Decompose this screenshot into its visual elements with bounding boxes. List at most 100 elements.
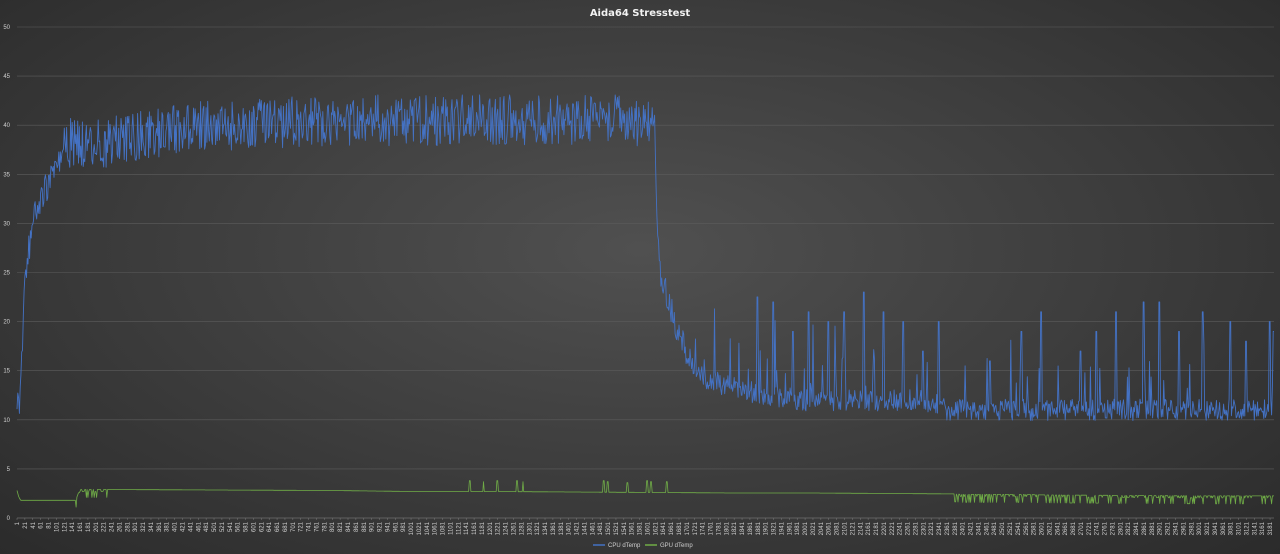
- x-tick-label: 801: [330, 521, 336, 532]
- x-tick-label: 521: [220, 521, 226, 532]
- x-tick-label: 1901: [764, 521, 770, 535]
- x-tick-label: 2601: [1040, 521, 1046, 535]
- x-tick-label: 581: [244, 521, 250, 532]
- legend-label: CPU dTemp: [608, 543, 641, 549]
- x-tick-label: 441: [188, 521, 194, 532]
- x-tick-label: 2481: [992, 521, 998, 535]
- x-tick-label: 2541: [1016, 521, 1022, 535]
- x-tick-label: 2841: [1134, 521, 1140, 535]
- x-tick-label: 2081: [835, 521, 841, 535]
- x-tick-label: 701: [291, 521, 297, 532]
- x-tick-label: 2521: [1008, 521, 1014, 535]
- x-tick-label: 2161: [866, 521, 872, 535]
- chart: Aida64 Stresstest 0 5 10 15 20 25 30 35 40 45 50 1…: [0, 0, 1280, 554]
- x-tick-label: 1441: [582, 521, 588, 535]
- x-tick-label: 2201: [882, 521, 888, 535]
- chart-svg: Aida64 Stresstest 0 5 10 15 20 25 30 35 40 45 50 1…: [3, 8, 1274, 549]
- x-tick-label: 501: [212, 521, 218, 532]
- x-tick-label: 1121: [456, 521, 462, 535]
- x-tick-label: 1: [15, 521, 21, 525]
- x-tick-label: 3081: [1229, 521, 1235, 535]
- x-tick-label: 2981: [1189, 521, 1195, 535]
- x-tick-label: 601: [251, 521, 257, 532]
- x-tick-label: 2361: [945, 521, 951, 535]
- x-tick-label: 3041: [1213, 521, 1219, 535]
- x-tick-label: 1001: [409, 521, 415, 535]
- x-axis-ticks: 1 21 41 61 81 101 121 141 161 181 201 221 241 261 281 3…: [15, 518, 1274, 535]
- x-tick-label: 1721: [693, 521, 699, 535]
- x-tick-label: 841: [346, 521, 352, 532]
- x-tick-label: 101: [54, 521, 60, 532]
- x-tick-label: 161: [78, 521, 84, 532]
- x-tick-label: 401: [173, 521, 179, 532]
- x-tick-label: 2121: [850, 521, 856, 535]
- x-tick-label: 3161: [1260, 521, 1266, 535]
- x-tick-label: 1321: [535, 521, 541, 535]
- x-tick-label: 421: [180, 521, 186, 532]
- y-tick-label: 5: [7, 467, 11, 473]
- x-tick-label: 241: [110, 521, 116, 532]
- x-tick-label: 81: [47, 521, 53, 528]
- x-tick-label: 1921: [772, 521, 778, 535]
- x-tick-label: 2861: [1142, 521, 1148, 535]
- y-tick-label: 15: [3, 369, 10, 375]
- x-tick-label: 921: [378, 521, 384, 532]
- x-tick-label: 3141: [1252, 521, 1258, 535]
- x-tick-label: 2881: [1150, 521, 1156, 535]
- x-tick-label: 621: [259, 521, 265, 532]
- x-tick-label: 381: [165, 521, 171, 532]
- x-tick-label: 2721: [1087, 521, 1093, 535]
- x-tick-label: 1201: [488, 521, 494, 535]
- x-tick-label: 1821: [732, 521, 738, 535]
- x-tick-label: 1641: [661, 521, 667, 535]
- x-tick-label: 1601: [645, 521, 651, 535]
- x-tick-label: 1781: [716, 521, 722, 535]
- x-tick-label: 3181: [1268, 521, 1274, 535]
- x-tick-label: 2401: [961, 521, 967, 535]
- x-tick-label: 1081: [441, 521, 447, 535]
- x-tick-label: 2901: [1158, 521, 1164, 535]
- x-tick-label: 261: [117, 521, 123, 532]
- x-tick-label: 941: [385, 521, 391, 532]
- x-tick-label: 1761: [709, 521, 715, 535]
- x-tick-label: 2441: [976, 521, 982, 535]
- x-tick-label: 561: [236, 521, 242, 532]
- x-tick-label: 2061: [827, 521, 833, 535]
- x-tick-label: 881: [362, 521, 368, 532]
- x-tick-label: 2781: [1110, 521, 1116, 535]
- x-tick-label: 1861: [748, 521, 754, 535]
- x-tick-label: 1101: [448, 521, 454, 535]
- x-tick-label: 2921: [1166, 521, 1172, 535]
- x-tick-label: 2961: [1181, 521, 1187, 535]
- x-tick-label: 1961: [787, 521, 793, 535]
- y-tick-label: 30: [3, 221, 10, 227]
- x-tick-label: 541: [228, 521, 234, 532]
- y-tick-label: 35: [3, 172, 10, 178]
- x-tick-label: 2261: [906, 521, 912, 535]
- x-tick-label: 1021: [417, 521, 423, 535]
- x-tick-label: 2501: [1000, 521, 1006, 535]
- x-tick-label: 1501: [606, 521, 612, 535]
- x-tick-label: 641: [267, 521, 273, 532]
- y-tick-label: 45: [3, 74, 10, 80]
- x-tick-label: 1221: [496, 521, 502, 535]
- x-tick-label: 2321: [929, 521, 935, 535]
- x-tick-label: 821: [338, 521, 344, 532]
- x-tick-label: 61: [39, 521, 45, 528]
- x-tick-label: 21: [23, 521, 29, 528]
- x-tick-label: 361: [157, 521, 163, 532]
- x-tick-label: 1581: [638, 521, 644, 535]
- x-tick-label: 1701: [685, 521, 691, 535]
- x-tick-label: 3101: [1237, 521, 1243, 535]
- x-tick-label: 961: [393, 521, 399, 532]
- x-tick-label: 141: [70, 521, 76, 532]
- x-tick-label: 1461: [590, 521, 596, 535]
- legend: CPU dTemp GPU dTemp: [593, 543, 693, 549]
- chart-title: Aida64 Stresstest: [590, 8, 691, 19]
- x-tick-label: 2821: [1126, 521, 1132, 535]
- x-tick-label: 1381: [559, 521, 565, 535]
- y-tick-label: 40: [3, 123, 10, 129]
- x-tick-label: 1681: [677, 521, 683, 535]
- x-tick-label: 2421: [969, 521, 975, 535]
- x-tick-label: 481: [204, 521, 210, 532]
